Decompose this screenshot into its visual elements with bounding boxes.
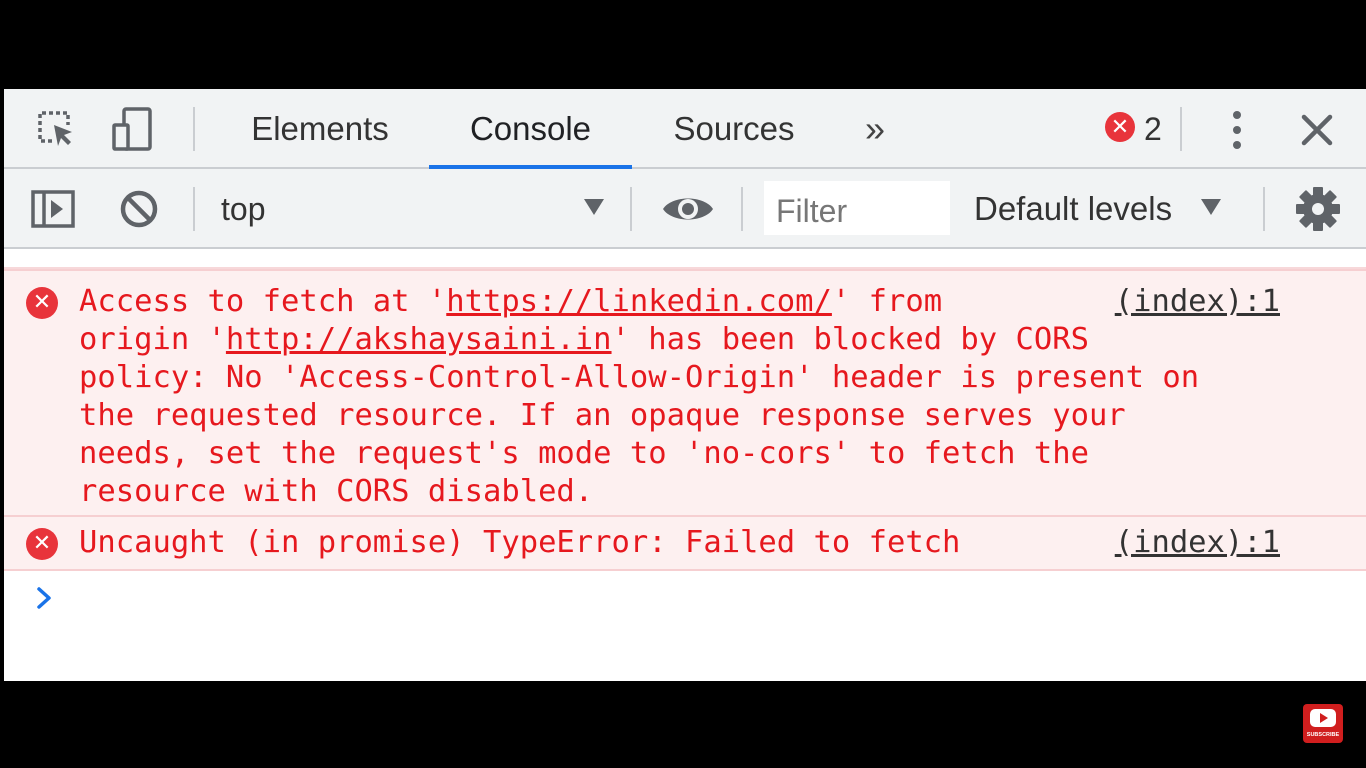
- tab-elements[interactable]: Elements: [242, 89, 398, 169]
- tab-sources[interactable]: Sources: [664, 89, 804, 169]
- live-expression-eye-icon[interactable]: [660, 185, 716, 233]
- devtools-tab-bar: Elements Console Sources » ✕ 2: [4, 89, 1366, 169]
- subscribe-badge[interactable]: SUBSCRIBE: [1303, 704, 1343, 743]
- error-url-link[interactable]: https://linkedin.com/: [446, 284, 832, 319]
- error-icon: ✕: [26, 528, 58, 560]
- toolbar-divider: [1180, 107, 1182, 151]
- error-count-icon[interactable]: ✕: [1105, 112, 1135, 142]
- error-icon: ✕: [26, 287, 58, 319]
- error-count[interactable]: 2: [1144, 107, 1162, 151]
- console-toolbar: top Default levels: [4, 169, 1366, 249]
- youtube-play-icon: [1310, 709, 1336, 727]
- tab-console[interactable]: Console: [429, 89, 632, 169]
- toolbar-divider: [630, 187, 632, 231]
- error-message-text: Uncaught (in promise) TypeError: Failed …: [79, 525, 961, 560]
- context-selector[interactable]: top: [221, 185, 265, 233]
- log-levels-dropdown[interactable]: Default levels: [974, 185, 1172, 233]
- toolbar-divider: [1263, 187, 1265, 231]
- origin-url-link[interactable]: http://akshaysaini.in: [226, 322, 612, 357]
- subscribe-label: SUBSCRIBE: [1306, 732, 1340, 738]
- toolbar-divider: [741, 187, 743, 231]
- clipped-previous-row: [4, 249, 1366, 269]
- inspect-element-icon[interactable]: [32, 105, 80, 153]
- toolbar-divider: [193, 187, 195, 231]
- source-link[interactable]: (index):1: [1115, 524, 1280, 562]
- close-icon[interactable]: [1296, 109, 1338, 151]
- clear-console-icon[interactable]: [116, 185, 164, 233]
- devtools-panel: Elements Console Sources » ✕ 2 top Filte…: [4, 89, 1366, 681]
- console-error-message: ✕ Uncaught (in promise) TypeError: Faile…: [4, 515, 1366, 571]
- more-tabs-icon[interactable]: »: [854, 107, 896, 151]
- show-sidebar-icon[interactable]: [30, 185, 78, 233]
- console-error-message: ✕ Access to fetch at 'https://linkedin.c…: [4, 269, 1366, 517]
- device-toolbar-icon[interactable]: [108, 105, 156, 153]
- error-message-text: Access to fetch at 'https://linkedin.com…: [79, 284, 1200, 509]
- console-messages: ✕ Access to fetch at 'https://linkedin.c…: [4, 249, 1366, 681]
- settings-gear-icon[interactable]: [1294, 185, 1342, 233]
- dropdown-arrow-icon[interactable]: [1199, 195, 1223, 219]
- filter-input[interactable]: [764, 181, 950, 235]
- console-prompt-chevron-icon[interactable]: [34, 585, 56, 611]
- more-options-icon[interactable]: [1222, 107, 1252, 153]
- toolbar-divider: [193, 107, 195, 151]
- source-link[interactable]: (index):1: [1115, 283, 1280, 321]
- dropdown-arrow-icon[interactable]: [582, 195, 606, 219]
